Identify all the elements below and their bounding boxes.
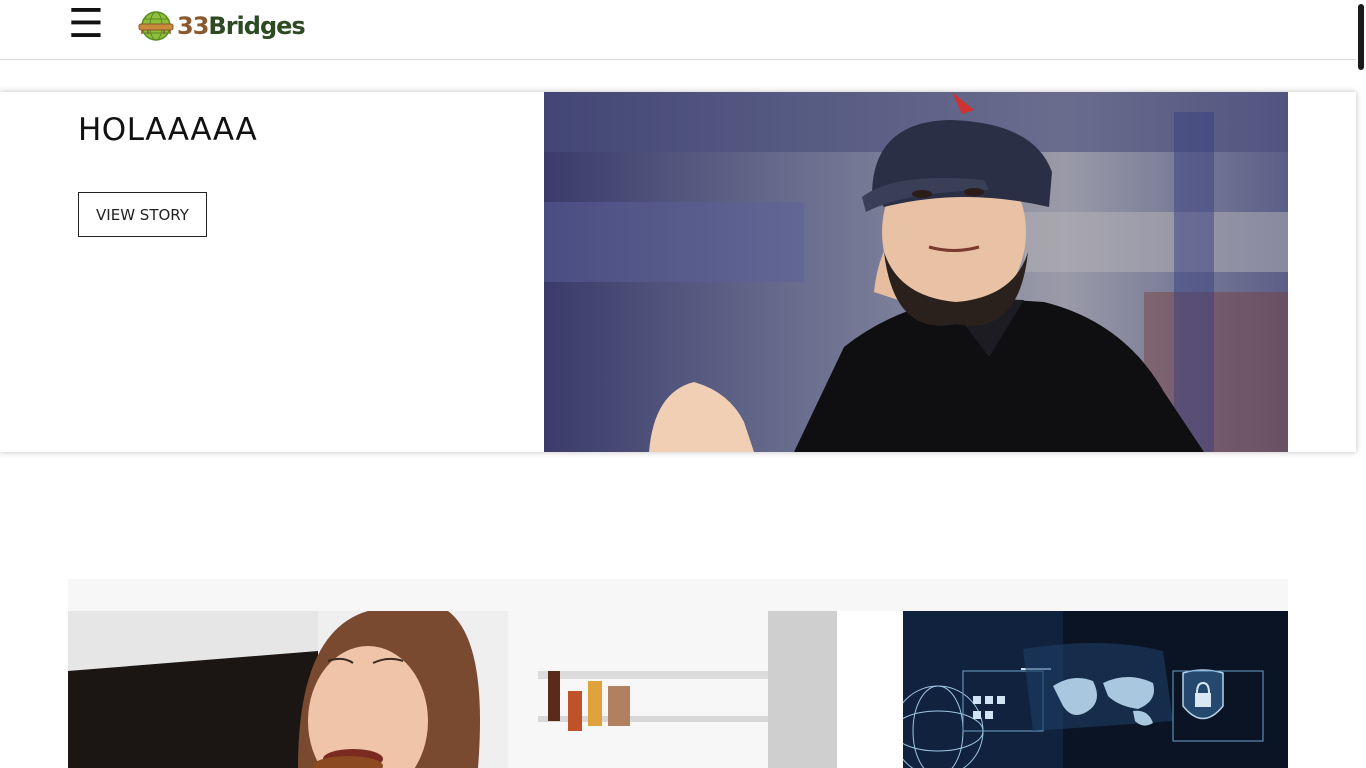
hamburger-menu-icon[interactable]: ☰ <box>68 4 104 44</box>
card-image-food[interactable] <box>68 611 837 768</box>
hero-title: HOLAAAAA <box>78 112 258 148</box>
logo-text-number: 33 <box>177 12 209 40</box>
site-logo[interactable]: 33Bridges <box>138 10 306 42</box>
page-scrollbar[interactable] <box>1356 0 1366 768</box>
scrollbar-thumb[interactable] <box>1358 4 1364 70</box>
logo-text: 33Bridges <box>177 12 306 40</box>
hero-image[interactable] <box>544 92 1288 452</box>
view-story-button[interactable]: VIEW STORY <box>78 192 207 237</box>
site-header: ☰ 33Bridges <box>0 0 1356 60</box>
logo-text-word: Bridges <box>208 12 305 40</box>
section-band <box>68 579 1288 611</box>
hero-section: HOLAAAAA VIEW STORY <box>0 92 1356 452</box>
card-image-cybersecurity[interactable] <box>903 611 1288 768</box>
globe-icon <box>138 11 174 41</box>
